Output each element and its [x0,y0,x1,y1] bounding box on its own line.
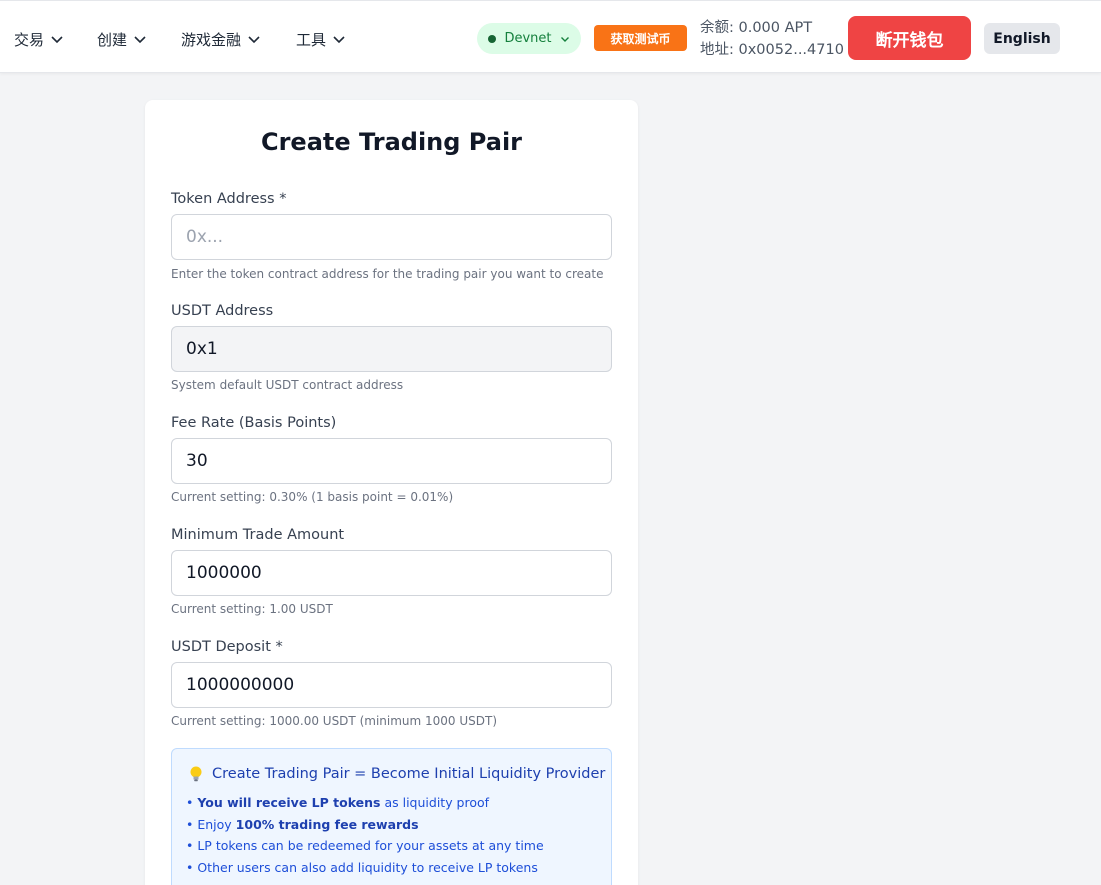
fee-rate-input[interactable] [171,438,612,484]
lightbulb-icon [190,766,202,782]
nav-menu-label: 交易 [14,30,45,49]
usdt-address-help: System default USDT contract address [171,378,404,392]
token-address-label: Token Address * [171,191,287,207]
liquidity-info-box: Create Trading Pair = Become Initial Liq… [171,748,612,885]
nav-menu-tools[interactable]: 工具 [296,27,346,51]
info-bullet: • [186,795,198,810]
disconnect-wallet-button[interactable]: 断开钱包 [848,16,971,60]
chevron-down-icon [560,36,569,42]
wallet-address: 地址: 0x0052...4710 [700,39,844,61]
create-pair-card: Create Trading Pair Token Address * Ente… [145,100,638,885]
usdt-address-input[interactable] [171,326,612,372]
info-line-add-liquidity: • Other users can also add liquidity to … [186,860,538,875]
address-label: 地址: [700,42,734,58]
nav-menu-create[interactable]: 创建 [97,27,147,51]
info-line-redeem: • LP tokens can be redeemed for your ass… [186,838,544,853]
usdt-address-label: USDT Address [171,303,274,319]
info-text: as liquidity proof [380,795,490,810]
balance-value: 0.000 APT [738,20,813,36]
usdt-deposit-label: USDT Deposit * [171,639,283,655]
usdt-deposit-help: Current setting: 1000.00 USDT (minimum 1… [171,714,498,728]
fee-rate-help: Current setting: 0.30% (1 basis point = … [171,490,454,504]
nav-menu-label: 工具 [296,30,327,49]
info-title: Create Trading Pair = Become Initial Liq… [188,765,605,783]
min-trade-amount-label: Minimum Trade Amount [171,527,345,543]
address-value: 0x0052...4710 [738,42,844,58]
nav-menu-gamefi[interactable]: 游戏金融 [181,27,261,51]
usdt-deposit-input[interactable] [171,662,612,708]
network-status-dot-icon [488,34,497,43]
info-text: • Enjoy [186,817,236,832]
info-line-fee-rewards: • Enjoy 100% trading fee rewards [186,817,419,832]
info-title-text: Create Trading Pair = Become Initial Liq… [212,766,606,782]
min-trade-amount-input[interactable] [171,550,612,596]
chevron-down-icon [134,36,146,44]
info-line-lp-tokens: • You will receive LP tokens as liquidit… [186,795,489,810]
info-emphasis: 100% trading fee rewards [235,817,419,832]
chevron-down-icon [333,36,345,44]
wallet-balance: 余额: 0.000 APT [700,17,844,39]
info-emphasis: You will receive LP tokens [197,795,381,810]
wallet-info: 余额: 0.000 APT 地址: 0x0052...4710 [700,17,844,61]
get-test-tokens-button[interactable]: 获取测试币 [594,25,687,51]
network-label: Devnet [504,31,552,46]
chevron-down-icon [248,36,260,44]
chevron-down-icon [51,36,63,44]
min-trade-amount-help: Current setting: 1.00 USDT [171,602,333,616]
network-selector[interactable]: Devnet [477,23,581,54]
nav-menu-trade[interactable]: 交易 [14,27,64,51]
nav-menu-label: 创建 [97,30,128,49]
nav-menu-label: 游戏金融 [181,30,242,49]
top-navigation-bar: 交易 创建 游戏金融 工具 Devnet 获取测试币 余额: 0.000 APT… [0,0,1101,73]
balance-label: 余额: [700,20,734,36]
token-address-input[interactable] [171,214,612,260]
token-address-help: Enter the token contract address for the… [171,267,604,281]
page-title: Create Trading Pair [260,128,523,156]
language-toggle-button[interactable]: English [984,23,1060,54]
fee-rate-label: Fee Rate (Basis Points) [171,415,337,431]
